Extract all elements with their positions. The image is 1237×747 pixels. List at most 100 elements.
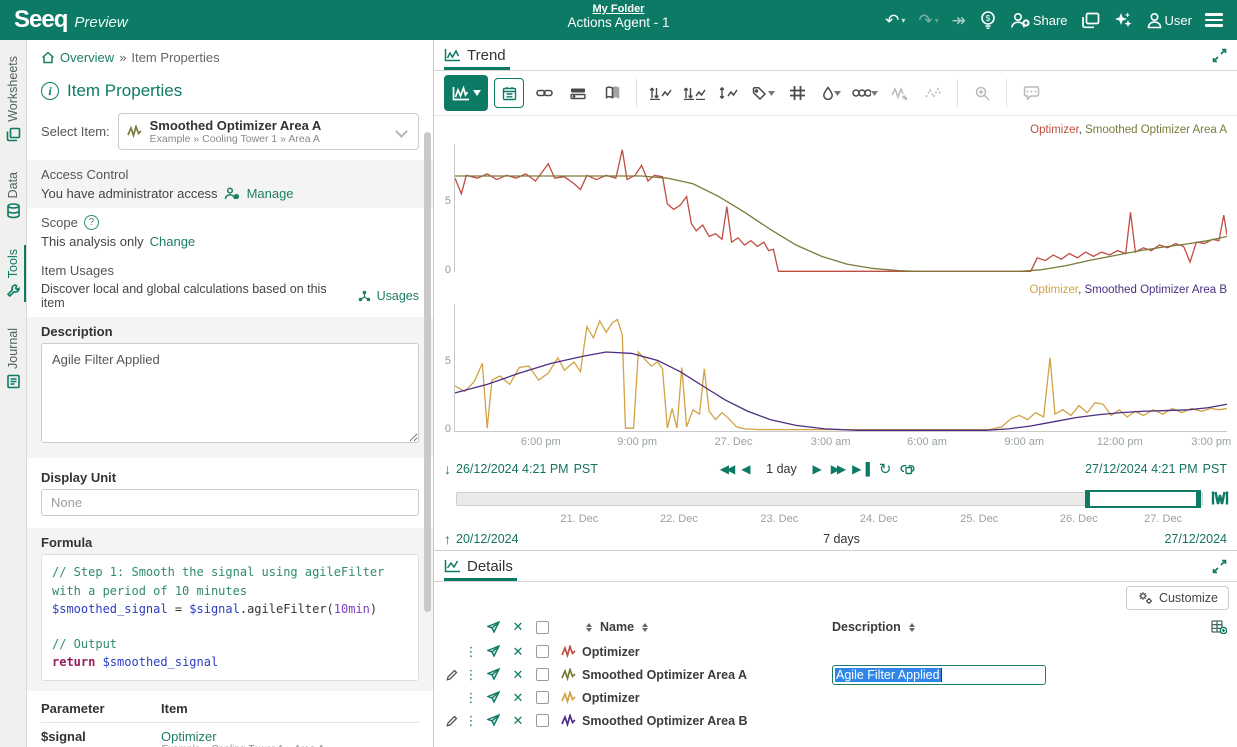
chain-link-button[interactable]: [530, 78, 558, 108]
navigate-icon[interactable]: [480, 691, 506, 704]
forward-history-button[interactable]: ↠: [952, 12, 966, 29]
row-menu-icon[interactable]: ⋮: [462, 690, 480, 706]
duration-label[interactable]: 1 day: [759, 462, 803, 476]
step-forward-half-button[interactable]: ▶: [812, 462, 821, 476]
legend-series-smoothed-a[interactable]: Smoothed Optimizer Area A: [1085, 124, 1227, 136]
name-column-header[interactable]: Name: [582, 620, 832, 634]
slider-selection[interactable]: [1085, 490, 1200, 508]
value-capture-button[interactable]: $: [979, 10, 997, 30]
share-button[interactable]: Share: [1010, 12, 1068, 29]
gridlines-button[interactable]: [783, 78, 811, 108]
seeq-logo[interactable]: Seeq Preview: [0, 6, 142, 34]
navigate-icon[interactable]: [480, 668, 506, 681]
investigate-range-start[interactable]: 20/12/2024: [456, 532, 519, 546]
item-select-dropdown[interactable]: Smoothed Optimizer Area A Example » Cool…: [118, 113, 419, 150]
start-time-arrow-icon[interactable]: ↓: [444, 461, 451, 477]
remove-icon[interactable]: ✕: [506, 644, 530, 660]
description-edit-input[interactable]: Agile Filter Applied: [832, 665, 1046, 685]
start-timezone[interactable]: PST: [574, 462, 598, 476]
row-checkbox[interactable]: [536, 714, 549, 727]
samples-button[interactable]: [817, 78, 845, 108]
row-name[interactable]: Smoothed Optimizer Area A: [582, 668, 832, 682]
lanes-button[interactable]: [564, 78, 592, 108]
sidebar-item-tools[interactable]: Tools: [6, 247, 21, 300]
refresh-icon[interactable]: ↻: [879, 460, 892, 478]
sidebar-item-journal[interactable]: Journal: [6, 326, 21, 391]
slider-handle-left[interactable]: [1086, 491, 1090, 507]
trend-lane-2[interactable]: Optimizer, Smoothed Optimizer Area B 5 0: [434, 276, 1237, 436]
manage-access-link[interactable]: Manage: [247, 186, 294, 201]
row-checkbox[interactable]: [536, 691, 549, 704]
navigate-column-icon[interactable]: [480, 621, 506, 634]
table-row[interactable]: ⋮ ✕ Smoothed Optimizer Area B: [434, 709, 1237, 732]
customize-button[interactable]: Customize: [1126, 586, 1229, 610]
step-to-end-button[interactable]: ▶▐: [852, 462, 870, 476]
home-icon[interactable]: [41, 51, 55, 64]
formula-editor[interactable]: // Step 1: Smooth the signal using agile…: [41, 554, 419, 681]
legend-series-smoothed-b[interactable]: Smoothed Optimizer Area B: [1084, 284, 1227, 296]
help-icon[interactable]: ?: [84, 215, 99, 230]
select-all-checkbox[interactable]: [536, 621, 549, 634]
display-range-start[interactable]: 26/12/2024 4:21 PM: [456, 462, 569, 476]
hamburger-menu-button[interactable]: [1205, 13, 1223, 27]
expand-trend-icon[interactable]: [1212, 48, 1227, 63]
table-row[interactable]: ⋮ ✕ Smoothed Optimizer Area A Agile Filt…: [434, 663, 1237, 686]
parameter-item-link[interactable]: Optimizer: [161, 729, 419, 744]
derivative-button[interactable]: [885, 78, 913, 108]
worksheets-overview-button[interactable]: [1081, 12, 1100, 29]
annotate-button[interactable]: [1017, 78, 1045, 108]
lane-1-plot[interactable]: 5 0: [454, 144, 1227, 272]
row-name[interactable]: Smoothed Optimizer Area B: [582, 714, 832, 728]
description-textarea[interactable]: Agile Filter Applied: [41, 343, 419, 443]
undo-button[interactable]: ↶▾: [885, 12, 905, 29]
row-checkbox[interactable]: [536, 668, 549, 681]
tab-trend[interactable]: Trend: [444, 40, 510, 70]
sidebar-item-worksheets[interactable]: Worksheets: [6, 54, 21, 144]
description-column-header[interactable]: Description: [832, 620, 1201, 634]
step-forward-full-button[interactable]: ▶▶: [831, 462, 843, 476]
sort-icon[interactable]: [586, 623, 592, 632]
breadcrumb-overview-link[interactable]: Overview: [60, 50, 114, 65]
table-row[interactable]: ⋮ ✕ Optimizer: [434, 640, 1237, 663]
display-unit-input[interactable]: [41, 489, 419, 516]
remove-column-icon[interactable]: ✕: [506, 619, 530, 635]
remove-icon[interactable]: ✕: [506, 667, 530, 683]
uncertainty-button[interactable]: [919, 78, 947, 108]
calendar-view-button[interactable]: [494, 78, 524, 108]
tab-details[interactable]: Details: [444, 551, 517, 581]
row-name[interactable]: Optimizer: [582, 645, 832, 659]
display-range-end[interactable]: 27/12/2024 4:21 PM: [1085, 462, 1198, 476]
range-start-arrow-icon[interactable]: ↑: [444, 531, 451, 547]
edit-pencil-icon[interactable]: [442, 669, 462, 681]
panel-scrollbar[interactable]: [424, 132, 431, 612]
auto-scale-button[interactable]: [647, 78, 675, 108]
usages-link[interactable]: Usages: [377, 289, 419, 303]
expand-details-icon[interactable]: [1212, 559, 1227, 574]
full-scale-button[interactable]: [715, 78, 743, 108]
labels-button[interactable]: [749, 78, 777, 108]
row-menu-icon[interactable]: ⋮: [462, 644, 480, 660]
end-timezone[interactable]: PST: [1203, 462, 1227, 476]
slider-handle-right[interactable]: [1196, 491, 1200, 507]
one-lane-scale-button[interactable]: [681, 78, 709, 108]
lane-2-plot[interactable]: 5 0: [454, 304, 1227, 432]
redo-button[interactable]: ↷▾: [918, 12, 938, 29]
legend-series-optimizer-b[interactable]: Optimizer: [1029, 284, 1078, 296]
step-back-full-button[interactable]: ◀◀: [720, 462, 732, 476]
compare-view-button[interactable]: [598, 78, 626, 108]
investigate-range-duration[interactable]: 7 days: [823, 532, 860, 546]
ai-assistant-button[interactable]: [1113, 11, 1133, 30]
add-column-icon[interactable]: [1201, 620, 1237, 634]
view-mode-button[interactable]: [444, 75, 488, 111]
trend-lane-1[interactable]: Optimizer, Smoothed Optimizer Area A 5 0: [434, 116, 1237, 276]
remove-icon[interactable]: ✕: [506, 690, 530, 706]
zoom-button[interactable]: [968, 78, 996, 108]
table-row[interactable]: ⋮ ✕ Optimizer: [434, 686, 1237, 709]
remove-icon[interactable]: ✕: [506, 713, 530, 729]
sort-icon[interactable]: [642, 623, 648, 632]
navigate-icon[interactable]: [480, 645, 506, 658]
row-menu-icon[interactable]: ⋮: [462, 667, 480, 683]
navigate-icon[interactable]: [480, 714, 506, 727]
investigate-range-end[interactable]: 27/12/2024: [1164, 532, 1227, 546]
row-checkbox[interactable]: [536, 645, 549, 658]
